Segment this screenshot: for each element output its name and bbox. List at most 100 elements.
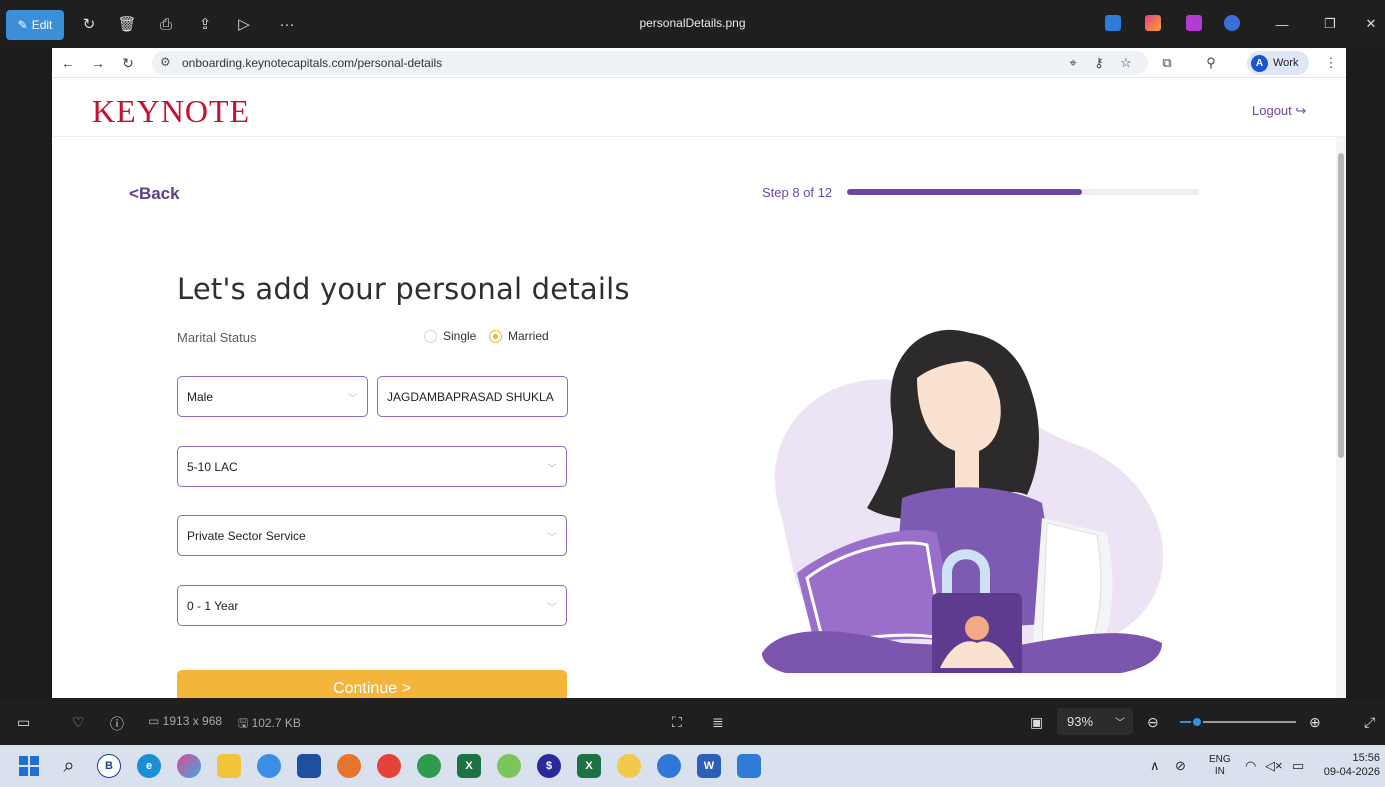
fullscreen-icon[interactable]: ⤢ (1364, 714, 1375, 731)
rotate-icon[interactable]: ↻ (78, 13, 100, 35)
clock-date: 09-04-2026 (1323, 766, 1380, 778)
finance-app-icon[interactable]: $ (537, 754, 561, 778)
profile-avatar: A (1251, 54, 1268, 72)
bing-icon[interactable]: B (97, 754, 121, 778)
image-dimensions: ▭ 1913 x 968 (148, 714, 223, 728)
radio-single-label: Single (443, 329, 477, 343)
file-explorer-icon[interactable] (217, 754, 241, 778)
back-arrow-icon[interactable]: ← (58, 52, 78, 74)
radio-single-dot[interactable] (424, 329, 437, 343)
more-options-icon[interactable]: ··· (276, 13, 298, 35)
slideshow-icon[interactable]: ▷ (233, 13, 255, 35)
back-link[interactable]: <Back (129, 184, 180, 204)
radio-single[interactable]: Single (424, 329, 476, 343)
print-icon[interactable]: ⎙ (155, 13, 177, 35)
excel-2-icon[interactable]: X (577, 754, 601, 778)
tray-app-icon[interactable]: ⊘ (1175, 758, 1186, 774)
experience-select[interactable]: 0 - 1 Year ﹀ (177, 585, 567, 626)
image-size-value: 1913 x 968 (162, 714, 223, 728)
copilot-taskbar-icon[interactable] (177, 754, 201, 778)
photos-taskbar-icon[interactable] (737, 754, 761, 778)
site-info-icon[interactable]: ⚙ (160, 55, 171, 69)
url-field[interactable]: ⚙ onboarding.keynotecapitals.com/persona… (152, 51, 1148, 75)
continue-button[interactable]: Continue > (177, 670, 567, 698)
logout-icon: ↪ (1295, 103, 1307, 118)
reload-icon[interactable]: ↻ (118, 52, 138, 74)
edge-icon[interactable]: e (137, 754, 161, 778)
chevron-right-icon: > (397, 680, 411, 697)
language-indicator[interactable]: ENG IN (1209, 754, 1231, 778)
tool-app-icon[interactable] (617, 754, 641, 778)
onedrive-icon[interactable] (1224, 15, 1240, 31)
store-icon[interactable] (297, 754, 321, 778)
extensions-icon[interactable]: ⧉ (1158, 53, 1176, 73)
zoom-slider-handle[interactable] (1191, 716, 1204, 728)
clipchamp-icon[interactable] (1186, 15, 1202, 31)
father-name-value: JAGDAMBAPRASAD SHUKLA (387, 389, 554, 404)
browser-window: ← → ↻ ⚙ onboarding.keynotecapitals.com/p… (52, 48, 1346, 698)
info-icon[interactable]: ⓘ (110, 714, 124, 734)
profile-label: Work (1273, 57, 1299, 69)
close-icon[interactable]: ✕ (1360, 13, 1382, 35)
restore-icon[interactable]: ❐ (1319, 13, 1341, 35)
radio-married[interactable]: Married (489, 329, 549, 343)
zoom-slider[interactable] (1180, 716, 1296, 728)
logout-label: Logout (1252, 103, 1292, 118)
profile-button[interactable]: A Work (1247, 51, 1309, 75)
tray-overflow-icon[interactable]: ∧ (1150, 758, 1160, 774)
favorite-heart-icon[interactable]: ♡ (72, 714, 85, 731)
app-icon-blue[interactable] (257, 754, 281, 778)
word-icon[interactable]: W (697, 754, 721, 778)
zoom-out-icon[interactable]: ⊖ (1147, 714, 1159, 731)
browser-app-icon[interactable] (657, 754, 681, 778)
trading-app-icon[interactable] (497, 754, 521, 778)
wifi-icon[interactable]: ◠ (1245, 758, 1256, 774)
profile-sync-icon[interactable]: ⚲ (1202, 53, 1220, 73)
annual-income-select[interactable]: 5-10 LAC ﹀ (177, 446, 567, 487)
step-indicator: Step 8 of 12 (762, 185, 833, 200)
visual-search-icon[interactable]: ⛶ (672, 714, 682, 731)
photos-app-icon[interactable] (1105, 15, 1121, 31)
page-scrollbar[interactable] (1336, 137, 1346, 698)
windows-taskbar: ⌕ B e X $ X W ∧ ⊘ ENG IN ◠ ◁× ▭ 15:56 09… (0, 745, 1385, 787)
filmstrip-icon[interactable]: ▭ (17, 714, 30, 731)
fit-to-window-icon[interactable]: ▣ (1030, 714, 1043, 731)
back-label: Back (138, 184, 180, 203)
location-icon[interactable]: ⌖ (1064, 53, 1082, 73)
occupation-select[interactable]: Private Sector Service ﹀ (177, 515, 567, 556)
zoom-level-select[interactable]: 93% ﹀ (1057, 708, 1133, 735)
forward-arrow-icon[interactable]: → (88, 52, 108, 74)
experience-value: 0 - 1 Year (187, 598, 239, 613)
start-windows-icon[interactable] (17, 754, 41, 778)
gender-select[interactable]: Male ﹀ (177, 376, 368, 417)
chevron-down-icon: ﹀ (348, 394, 358, 405)
firefox-icon[interactable] (337, 754, 361, 778)
copilot-icon[interactable] (1145, 15, 1161, 31)
browser-menu-icon[interactable]: ⋮ (1322, 53, 1340, 73)
photo-viewer-statusbar: ▭ ♡ ⓘ ▭ 1913 x 968 🖫 102.7 KB ⛶ ≣ ▣ 93% … (0, 698, 1385, 745)
logout-link[interactable]: Logout ↪ (1252, 103, 1306, 119)
edit-button[interactable]: ✎ Edit (6, 10, 64, 40)
text-detect-icon[interactable]: ≣ (712, 714, 724, 731)
gender-value: Male (187, 389, 214, 404)
zoom-in-icon[interactable]: ⊕ (1309, 714, 1321, 731)
minimize-icon[interactable]: — (1271, 13, 1293, 35)
battery-icon[interactable]: ▭ (1292, 758, 1304, 774)
keynote-logo[interactable]: KEYNOTE (92, 93, 250, 130)
search-icon[interactable]: ⌕ (57, 754, 81, 778)
password-key-icon[interactable]: ⚷ (1090, 53, 1108, 73)
father-name-input[interactable]: JAGDAMBAPRASAD SHUKLA (377, 376, 568, 417)
volume-muted-icon[interactable]: ◁× (1265, 758, 1283, 774)
scrollbar-thumb[interactable] (1338, 153, 1344, 458)
bookmark-star-icon[interactable]: ☆ (1117, 53, 1135, 73)
chrome-profile-icon[interactable] (417, 754, 441, 778)
share-icon[interactable]: ⇪ (194, 13, 216, 35)
radio-married-dot[interactable] (489, 329, 502, 343)
chrome-icon[interactable] (377, 754, 401, 778)
delete-icon[interactable]: 🗑 (116, 13, 138, 35)
occupation-value: Private Sector Service (187, 528, 306, 543)
photo-viewer-toolbar: ✎ Edit ↻ 🗑 ⎙ ⇪ ▷ ··· personalDetails.png… (0, 0, 1385, 48)
continue-label: Continue (333, 680, 398, 697)
system-clock[interactable]: 15:56 09-04-2026 (1318, 751, 1380, 779)
excel-icon[interactable]: X (457, 754, 481, 778)
